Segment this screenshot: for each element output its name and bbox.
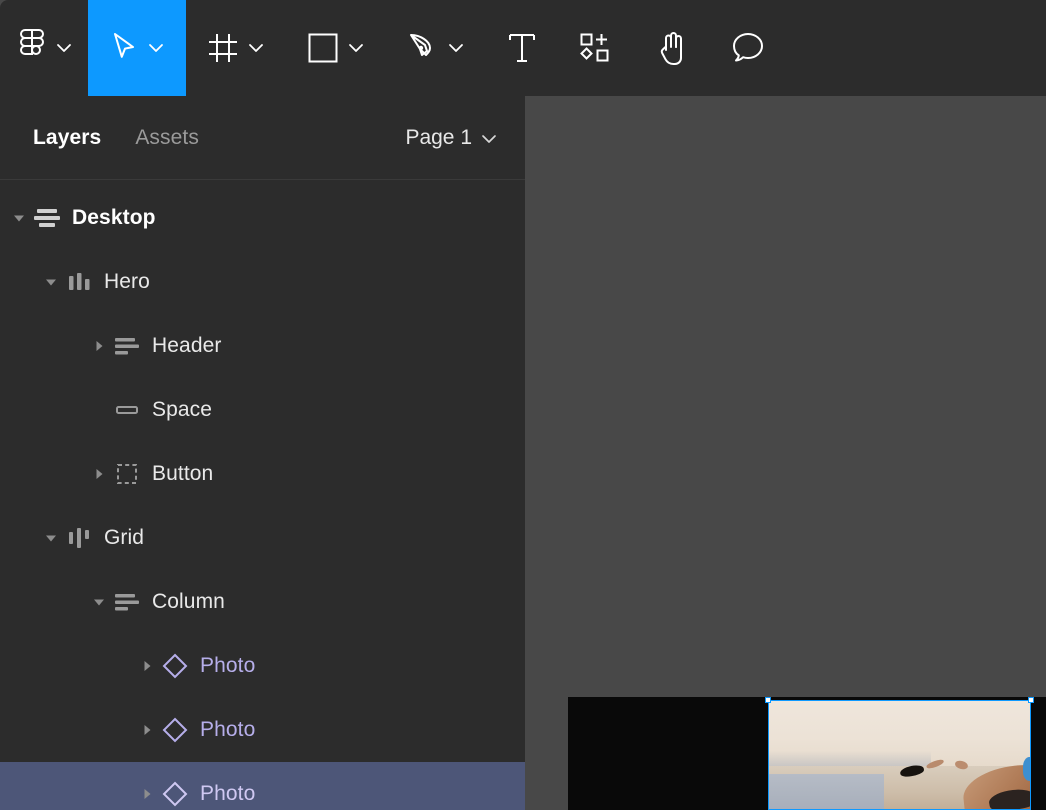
- autolayout-vertical-icon: [30, 207, 64, 229]
- page-selector[interactable]: Page 1: [405, 126, 497, 150]
- layer-name: Photo: [200, 718, 256, 741]
- layer-row-photo-1[interactable]: Photo: [0, 634, 525, 698]
- chevron-down-icon[interactable]: [248, 43, 264, 53]
- frame-icon: [208, 33, 238, 63]
- layer-row-photo-3[interactable]: Photo: [0, 762, 525, 810]
- layer-row-hero[interactable]: Hero: [0, 250, 525, 314]
- chevron-down-icon[interactable]: [348, 43, 364, 53]
- photo-water-region: [768, 773, 884, 810]
- photo-blue-accent: [1023, 757, 1031, 782]
- layer-name: Header: [152, 334, 222, 357]
- autolayout-horizontal-icon: [62, 527, 96, 549]
- main-toolbar: [0, 0, 1046, 96]
- component-instance-icon: [158, 716, 192, 744]
- chevron-down-icon[interactable]: [448, 43, 464, 53]
- layers-tree: Desktop Hero Header Space Button Grid Co…: [0, 180, 525, 810]
- page-selector-label: Page 1: [405, 125, 472, 149]
- chevron-down-icon[interactable]: [56, 43, 72, 53]
- layer-row-space[interactable]: Space: [0, 378, 525, 442]
- chevron-expanded-icon[interactable]: [88, 596, 110, 608]
- chevron-collapsed-icon[interactable]: [136, 660, 158, 672]
- text-icon: [508, 33, 536, 63]
- rectangle-icon: [308, 33, 338, 63]
- chevron-collapsed-icon[interactable]: [136, 724, 158, 736]
- figma-logo-icon: [18, 28, 46, 68]
- tab-layers[interactable]: Layers: [33, 126, 101, 150]
- layer-row-grid[interactable]: Grid: [0, 506, 525, 570]
- layer-name: Photo: [200, 782, 256, 805]
- toolbar-item-resources[interactable]: [558, 0, 634, 96]
- layer-row-photo-2[interactable]: Photo: [0, 698, 525, 762]
- layer-name: Space: [152, 398, 213, 421]
- autolayout-textlines-icon: [110, 335, 144, 357]
- component-instance-icon: [158, 780, 192, 808]
- hand-icon: [656, 30, 688, 66]
- toolbar-item-hand[interactable]: [634, 0, 710, 96]
- toolbar-item-menu[interactable]: [0, 0, 88, 96]
- layer-name: Button: [152, 462, 214, 485]
- chevron-collapsed-icon[interactable]: [88, 340, 110, 352]
- layer-name: Column: [152, 590, 225, 613]
- group-dashed-icon: [110, 462, 144, 486]
- selection-handle-top-left[interactable]: [765, 697, 771, 703]
- components-plus-icon: [580, 33, 612, 63]
- layers-panel: Layers Assets Page 1 Desktop Hero Header…: [0, 96, 525, 810]
- layers-panel-header: Layers Assets Page 1: [0, 96, 525, 180]
- chevron-expanded-icon[interactable]: [40, 532, 62, 544]
- chevron-expanded-icon[interactable]: [8, 212, 30, 224]
- autolayout-textlines-icon: [110, 591, 144, 613]
- layer-row-desktop[interactable]: Desktop: [0, 186, 525, 250]
- canvas-photo-instance[interactable]: [768, 700, 1031, 810]
- chevron-collapsed-icon[interactable]: [88, 468, 110, 480]
- toolbar-item-pen[interactable]: [386, 0, 486, 96]
- selection-handle-top-right[interactable]: [1028, 697, 1034, 703]
- layer-name: Hero: [104, 270, 150, 293]
- layer-name: Grid: [104, 526, 145, 549]
- figma-app-window: Layers Assets Page 1 Desktop Hero Header…: [0, 0, 1046, 810]
- autolayout-bars-icon: [62, 271, 96, 293]
- layer-row-header[interactable]: Header: [0, 314, 525, 378]
- toolbar-item-move[interactable]: [88, 0, 186, 96]
- toolbar-item-comment[interactable]: [710, 0, 786, 96]
- tab-assets[interactable]: Assets: [135, 126, 199, 150]
- layer-row-button[interactable]: Button: [0, 442, 525, 506]
- comment-bubble-icon: [732, 32, 764, 64]
- rectangle-small-icon: [110, 399, 144, 421]
- layer-row-column[interactable]: Column: [0, 570, 525, 634]
- toolbar-item-frame[interactable]: [186, 0, 286, 96]
- toolbar-item-shape[interactable]: [286, 0, 386, 96]
- chevron-expanded-icon[interactable]: [40, 276, 62, 288]
- layer-name: Photo: [200, 654, 256, 677]
- chevron-down-icon: [481, 126, 497, 150]
- toolbar-item-text[interactable]: [486, 0, 558, 96]
- pen-icon: [408, 32, 438, 64]
- chevron-collapsed-icon[interactable]: [136, 788, 158, 800]
- layer-name: Desktop: [72, 206, 156, 229]
- component-instance-icon: [158, 652, 192, 680]
- chevron-down-icon[interactable]: [148, 43, 164, 53]
- move-cursor-icon: [110, 31, 138, 65]
